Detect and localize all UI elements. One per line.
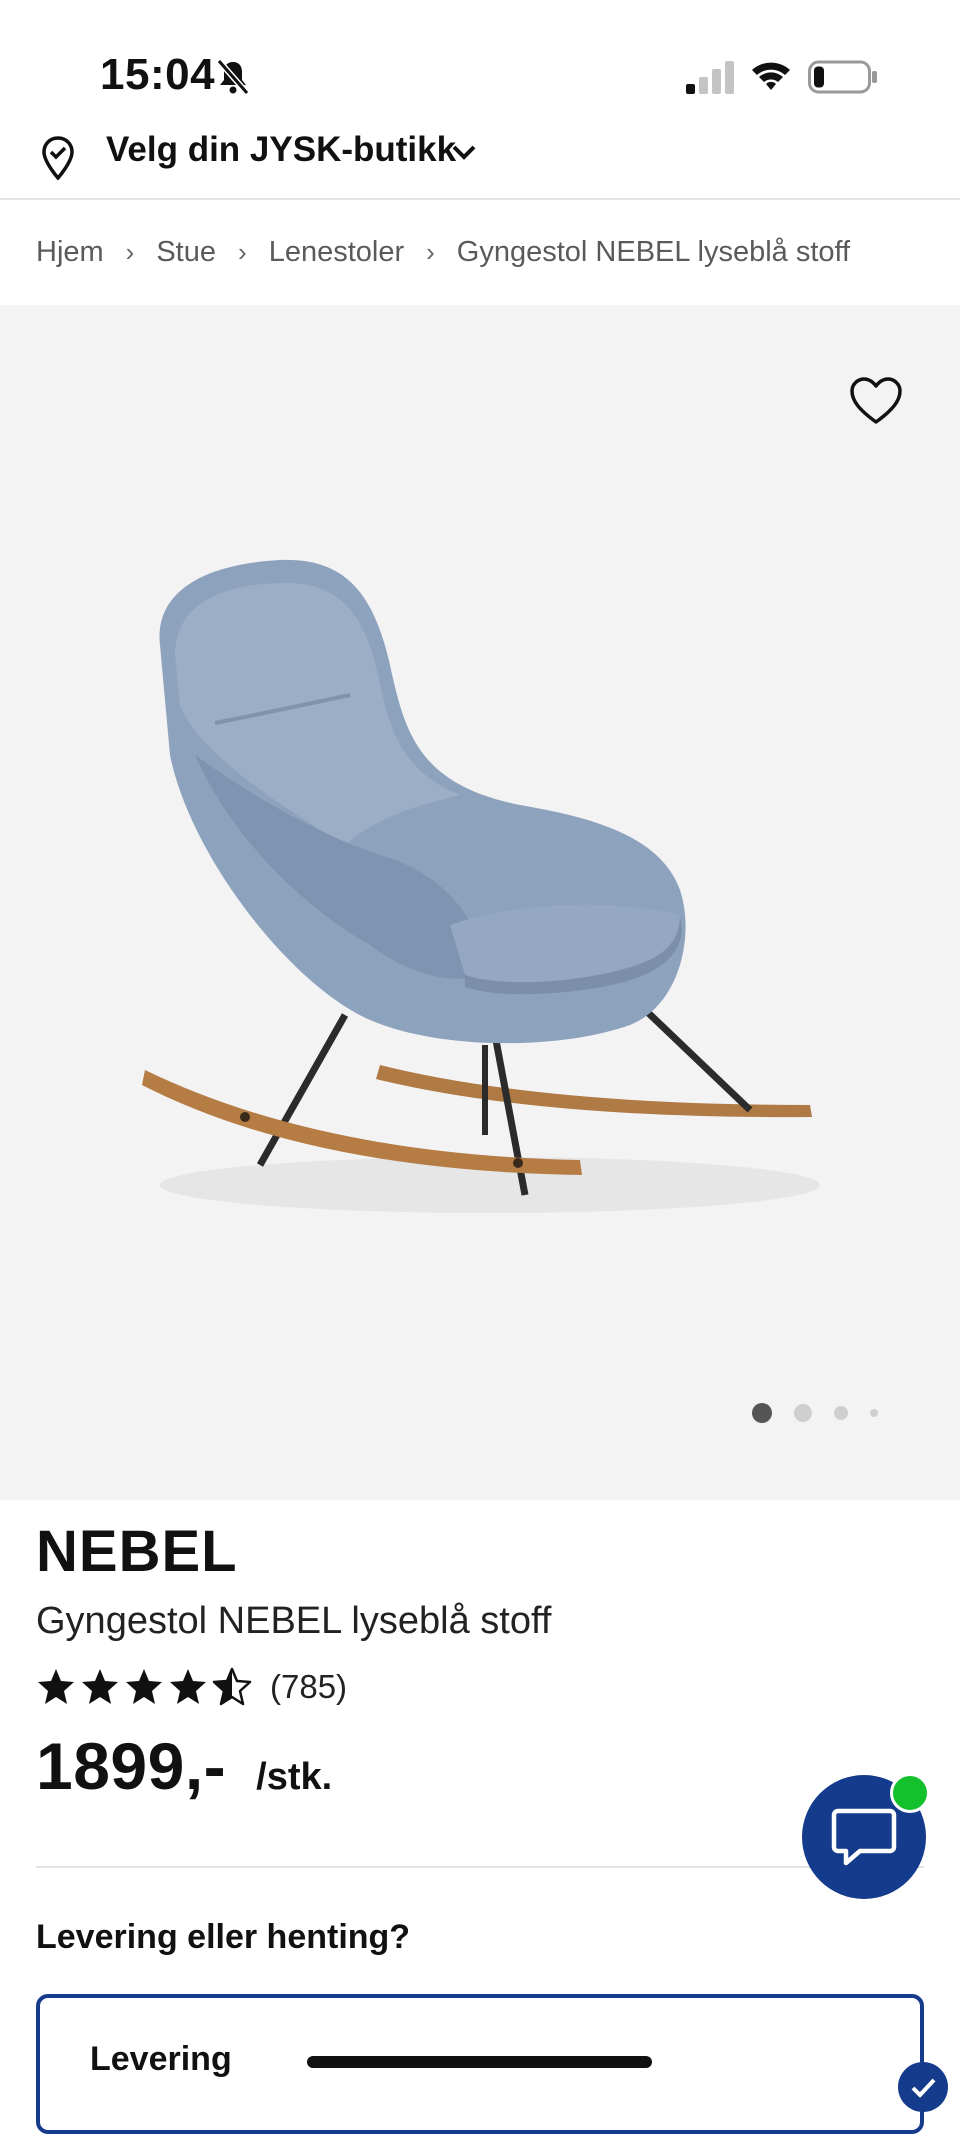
gallery-dot[interactable] <box>752 1403 772 1423</box>
breadcrumb-separator-icon: › <box>125 236 135 267</box>
header-divider <box>0 198 960 200</box>
star-half-icon <box>212 1667 252 1706</box>
status-time: 15:04 <box>100 50 216 99</box>
chat-button[interactable] <box>802 1773 930 1899</box>
store-selector[interactable]: Velg din JYSK-butikk <box>0 128 960 198</box>
breadcrumb-separator-icon: › <box>238 236 247 267</box>
online-status-badge <box>890 1773 930 1813</box>
store-selector-label: Velg din JYSK-butikk <box>106 130 457 169</box>
gallery-pagination[interactable] <box>752 1401 878 1425</box>
battery-icon <box>808 60 877 94</box>
breadcrumb-separator-icon: › <box>426 236 435 267</box>
gallery-dot[interactable] <box>834 1406 848 1420</box>
section-divider <box>36 1866 924 1868</box>
product-price: 1899,- <box>36 1729 227 1803</box>
wifi-icon <box>752 62 790 90</box>
delivery-option-label: Levering <box>90 2040 232 2078</box>
product-image-gallery[interactable] <box>0 305 960 1500</box>
breadcrumb: Hjem › Stue › Lenestoler › Gyngestol NEB… <box>36 232 850 272</box>
star-full-icon <box>170 1669 206 1704</box>
price-unit: /stk. <box>256 1756 333 1798</box>
breadcrumb-item-current: Gyngestol NEBEL lyseblå stoff <box>456 235 851 268</box>
chevron-down-icon <box>452 145 476 160</box>
product-subtitle: Gyngestol NEBEL lyseblå stoff <box>36 1600 552 1642</box>
home-indicator[interactable] <box>307 2056 652 2068</box>
breadcrumb-item-lenestoler[interactable]: Lenestoler <box>269 236 404 269</box>
price-row: 1899,- /stk. <box>36 1728 332 1808</box>
chat-bubble-icon <box>831 1808 897 1866</box>
star-full-icon <box>126 1669 162 1704</box>
cellular-signal-icon <box>686 61 734 94</box>
review-count: (785) <box>270 1668 348 1705</box>
product-rating[interactable]: (785) <box>36 1662 347 1712</box>
location-pin-icon <box>42 136 74 180</box>
heart-outline-icon[interactable] <box>848 375 904 427</box>
rocking-chair-image <box>142 559 820 1213</box>
delivery-heading: Levering eller henting? <box>36 1918 411 1956</box>
star-full-icon <box>82 1669 118 1704</box>
gallery-dot[interactable] <box>870 1409 878 1417</box>
star-full-icon <box>38 1669 74 1704</box>
selected-check-icon <box>898 2062 948 2112</box>
bell-muted-icon <box>216 59 250 95</box>
product-title: NEBEL <box>36 1519 238 1584</box>
breadcrumb-item-stue[interactable]: Stue <box>156 236 216 269</box>
breadcrumb-item-home[interactable]: Hjem <box>36 236 104 269</box>
gallery-dot[interactable] <box>794 1404 812 1422</box>
